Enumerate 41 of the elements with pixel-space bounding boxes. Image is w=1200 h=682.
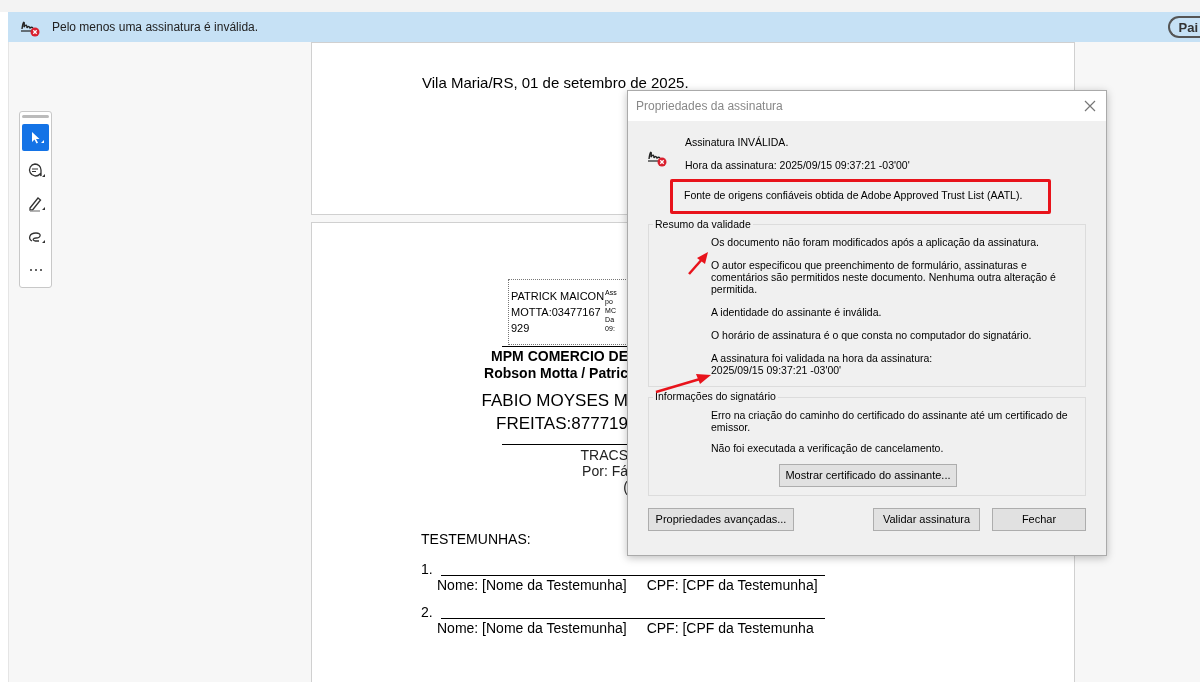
validity-text: O autor especificou que preenchimento de formulário, assinaturas e comentários são permitidos neste documento. Nenhuma outra alteração é permitida.	[711, 259, 1057, 296]
signature-status-text: Assinatura INVÁLIDA.	[685, 135, 790, 150]
dialog-button[interactable]: Validar assinatura	[873, 508, 980, 531]
witness-number: 1.	[421, 562, 434, 577]
signer-name-text: FREITAS:877719	[496, 413, 628, 435]
group-legend: Resumo da validade	[653, 216, 753, 233]
witness-cpf-text: CPF: [CPF da Testemunha	[646, 620, 814, 636]
dialog-button[interactable]: Fechar	[992, 508, 1086, 531]
dialog-button[interactable]: Propriedades avançadas...	[648, 508, 794, 531]
signer-name-text: FABIO MOYSES M	[481, 390, 628, 412]
validity-text: A identidade do assinante é inválida.	[711, 306, 883, 319]
banner-button[interactable]: Pai	[1168, 16, 1200, 38]
caption-text: Por: Fá	[582, 463, 628, 479]
close-icon[interactable]	[1084, 100, 1096, 112]
validity-text: O horário de assinatura é o que consta no computador do signatário.	[711, 329, 1033, 342]
trust-source-text: Fonte de origens confiáveis obtida de Adobe Approved Trust List (AATL).	[684, 188, 1023, 204]
witness-number: 2.	[421, 605, 434, 620]
signer-info-text: Não foi executada a verificação de cancelamento.	[711, 442, 945, 454]
stamp-signer-text: MOTTA:03477167	[511, 305, 602, 320]
company-text: MPM COMERCIO DE	[491, 348, 628, 364]
dialog-title: Propriedades da assinatura	[636, 98, 783, 115]
stamp-signer-text: 929	[511, 321, 531, 336]
more-icon	[28, 267, 43, 272]
dialog-button[interactable]: Mostrar certificado do assinante...	[779, 464, 957, 487]
group-legend: Informações do signatário	[653, 389, 778, 405]
place-date-text: Vila Maria/RS, 01 de setembro de 2025.	[422, 74, 689, 91]
signer-info-text: Erro na criação do caminho do certificado do assinante até um certificado de emissor.	[711, 409, 1069, 433]
witness-cpf-text: CPF: [CPF da Testemunha]	[646, 577, 818, 593]
banner-message: Pelo menos uma assinatura é inválida.	[52, 19, 259, 36]
signature-time-text: Hora da assinatura: 2025/09/15 09:37:21 -03'00'	[685, 157, 910, 173]
caption-text: TRACS	[580, 447, 628, 463]
witnesses-title: TESTEMUNHAS:	[421, 530, 532, 549]
annotation-arrow	[687, 250, 711, 277]
caption-text: (	[623, 479, 628, 495]
comment-icon	[26, 161, 45, 180]
stamp-signer-text: PATRICK MAICON	[511, 289, 605, 304]
validity-text: Os documento não foram modificados após a aplicação da assinatura.	[711, 236, 1041, 249]
witness-name-text: Nome: [Nome da Testemunha]	[437, 620, 627, 636]
validity-text: A assinatura foi validada na hora da assinatura: 2025/09/15 09:37:21 -03'00'	[711, 352, 934, 377]
witness-name-text: Nome: [Nome da Testemunha]	[437, 577, 627, 593]
company-text: Robson Motta / Patric	[484, 365, 628, 381]
